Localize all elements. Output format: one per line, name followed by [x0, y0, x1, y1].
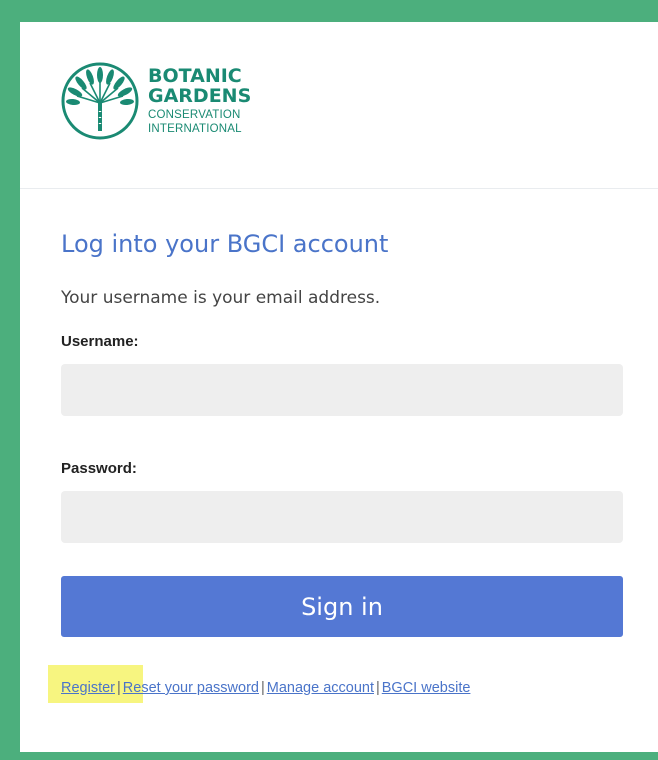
- brand-line4: INTERNATIONAL: [148, 122, 242, 135]
- logo[interactable]: BOTANIC GARDENS CONSERVATION INTERNATION…: [60, 61, 251, 141]
- password-label: Password:: [61, 460, 137, 477]
- username-input[interactable]: [61, 364, 623, 416]
- sign-in-button[interactable]: Sign in: [61, 576, 623, 637]
- footer-links: Register | Reset your password | Manage acco…: [61, 680, 470, 696]
- link-separator: |: [375, 680, 380, 696]
- register-link[interactable]: Register: [61, 680, 115, 696]
- link-separator: |: [117, 680, 121, 696]
- manage-account-link[interactable]: Manage account: [267, 680, 374, 696]
- header: BOTANIC GARDENS CONSERVATION INTERNATION…: [20, 22, 658, 189]
- login-card: BOTANIC GARDENS CONSERVATION INTERNATION…: [20, 22, 658, 752]
- page-title: Log into your BGCI account: [61, 230, 389, 258]
- brand-line3: CONSERVATION: [148, 109, 241, 121]
- password-input[interactable]: [61, 491, 623, 543]
- bgci-website-link[interactable]: BGCI website: [382, 680, 471, 696]
- brand-line2: GARDENS: [148, 85, 252, 107]
- link-separator: |: [260, 680, 265, 696]
- brand-line1: BOTANIC: [148, 65, 242, 87]
- reset-password-link[interactable]: Reset your password: [123, 680, 259, 696]
- page-subtitle: Your username is your email address.: [61, 288, 381, 308]
- username-label: Username:: [61, 333, 139, 350]
- brand-name: BOTANIC GARDENS CONSERVATION INTERNATION…: [148, 67, 251, 135]
- palm-tree-emblem-icon: [61, 62, 139, 140]
